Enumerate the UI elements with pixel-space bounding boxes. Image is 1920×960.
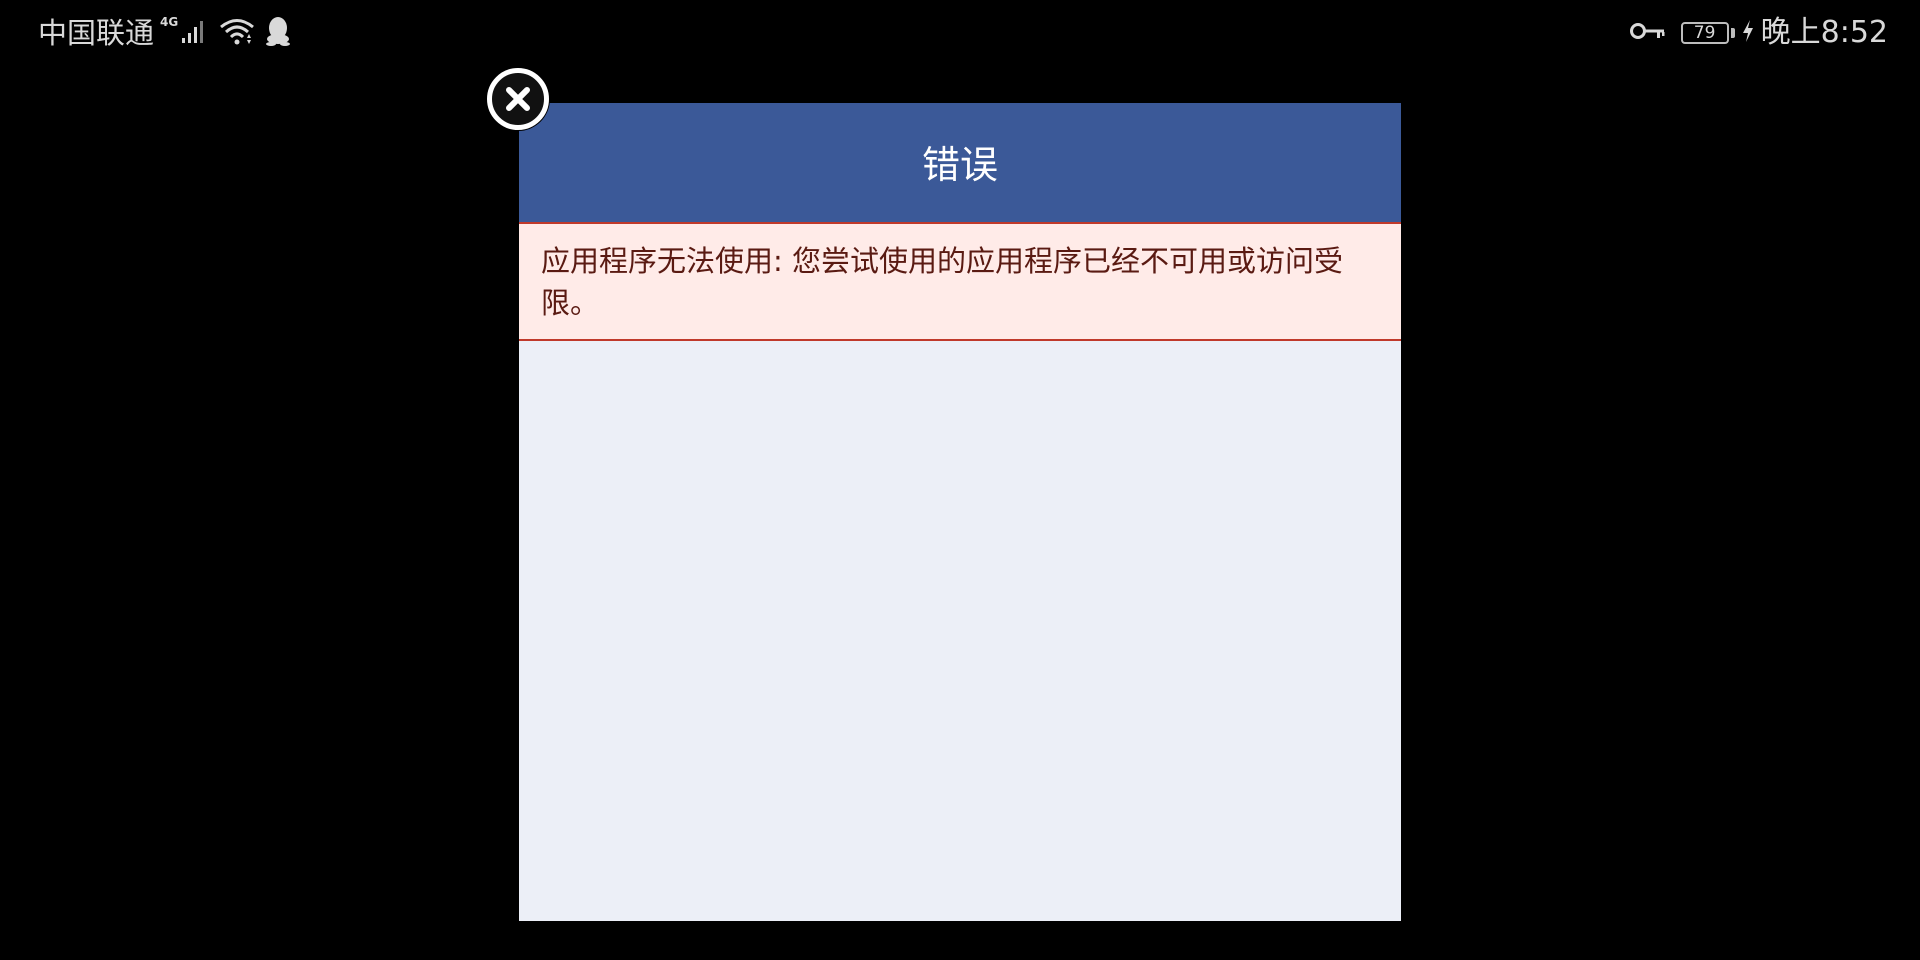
battery-tip bbox=[1730, 28, 1735, 38]
status-right: 79 晚上8:52 bbox=[1627, 12, 1888, 54]
status-left: 中国联通 4G bbox=[38, 12, 292, 54]
screen: 中国联通 4G 79 晚上8:52 错误 应用程序无法使用: 您尝试使用的应用程… bbox=[0, 0, 1920, 960]
dialog-header: 错误 bbox=[519, 103, 1401, 222]
status-bar: 中国联通 4G 79 晚上8:52 bbox=[0, 0, 1920, 66]
carrier-name: 中国联通 bbox=[38, 16, 155, 50]
dialog-title: 错误 bbox=[921, 142, 998, 187]
signal-icon bbox=[180, 16, 210, 50]
key-icon bbox=[1629, 19, 1667, 47]
battery-level: 79 bbox=[1693, 23, 1716, 43]
battery-icon: 79 bbox=[1680, 22, 1729, 44]
clock: 晚上8:52 bbox=[1760, 15, 1888, 50]
charging-icon bbox=[1741, 19, 1755, 47]
error-dialog: 错误 应用程序无法使用: 您尝试使用的应用程序已经不可用或访问受限。 bbox=[519, 103, 1401, 921]
wifi-icon bbox=[218, 16, 256, 50]
close-button[interactable] bbox=[487, 68, 549, 130]
error-message: 应用程序无法使用: 您尝试使用的应用程序已经不可用或访问受限。 bbox=[541, 244, 1343, 320]
close-icon bbox=[503, 84, 533, 114]
error-message-box: 应用程序无法使用: 您尝试使用的应用程序已经不可用或访问受限。 bbox=[519, 222, 1401, 341]
qq-icon bbox=[264, 15, 292, 51]
network-type: 4G bbox=[160, 15, 179, 29]
